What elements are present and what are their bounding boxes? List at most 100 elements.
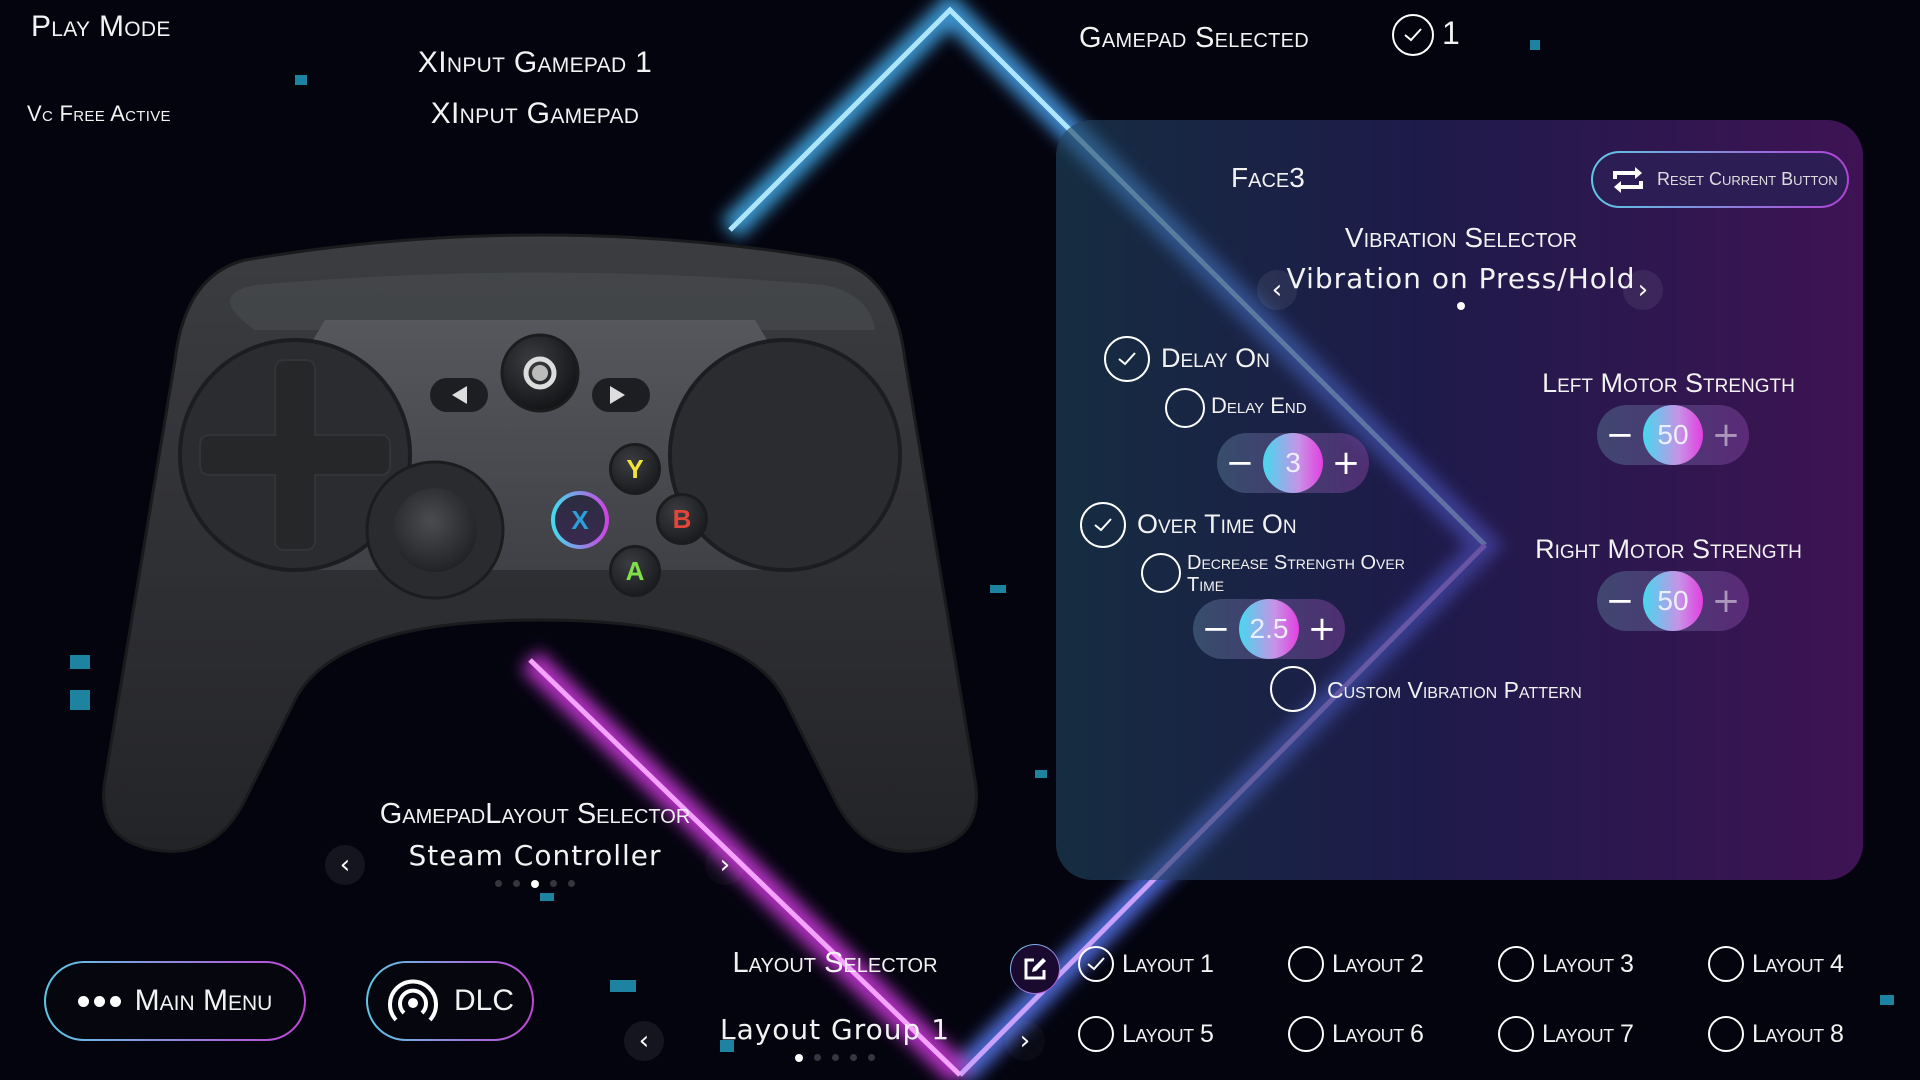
face-button-y[interactable]: Y <box>609 443 661 495</box>
gamepad-layout-selector-value: Steam Controller <box>408 839 662 872</box>
custom-vibration-pattern-label: Custom Vibration Pattern <box>1327 677 1582 703</box>
custom-vibration-pattern-checkbox[interactable] <box>1270 666 1316 712</box>
dlc-button[interactable]: DLC <box>366 961 534 1041</box>
page-dot[interactable] <box>1457 302 1465 310</box>
layout-option[interactable]: Layout 3 <box>1498 946 1634 982</box>
repeat-icon <box>1613 166 1643 193</box>
layout-radio[interactable] <box>1078 946 1114 982</box>
over-time-on-checkbox[interactable] <box>1080 502 1126 548</box>
layout-option-label: Layout 6 <box>1332 1019 1424 1048</box>
delay-decrease-button[interactable]: − <box>1217 433 1263 493</box>
layout-radio[interactable] <box>1078 1016 1114 1052</box>
layout-option[interactable]: Layout 6 <box>1288 1016 1424 1052</box>
page-dot[interactable] <box>795 1054 803 1062</box>
page-dot[interactable] <box>495 880 502 887</box>
gamepad-selected-label: Gamepad Selected <box>1079 22 1309 54</box>
layout-radio[interactable] <box>1288 946 1324 982</box>
delay-increase-button[interactable]: + <box>1323 433 1369 493</box>
layout-radio[interactable] <box>1498 946 1534 982</box>
face-button-x-selected[interactable]: X <box>551 491 609 549</box>
layout-option[interactable]: Layout 5 <box>1078 1016 1214 1052</box>
check-icon <box>1094 518 1112 532</box>
delay-on-label: Delay On <box>1161 343 1270 373</box>
chevron-left-icon: ‹ <box>1271 275 1283 305</box>
layout-option-label: Layout 7 <box>1542 1019 1634 1048</box>
gamepad-layout-next-button[interactable]: › <box>705 845 745 885</box>
over-time-value: 2.5 <box>1239 599 1299 659</box>
main-menu-label: Main Menu <box>134 984 273 1017</box>
layout-group-prev-button[interactable]: ‹ <box>624 1021 664 1061</box>
right-motor-strength-value: 50 <box>1643 571 1703 631</box>
left-motor-decrease-button[interactable]: − <box>1597 405 1643 465</box>
layout-option-label: Layout 8 <box>1752 1019 1844 1048</box>
main-menu-button[interactable]: Main Menu <box>44 961 306 1041</box>
layout-option-label: Layout 2 <box>1332 949 1424 978</box>
gamepad-name: XInput Gamepad 1 <box>417 46 653 79</box>
check-icon <box>1118 352 1136 366</box>
vibration-page-dots <box>1451 302 1471 310</box>
layout-option[interactable]: Layout 4 <box>1708 946 1844 982</box>
page-dot[interactable] <box>513 880 520 887</box>
right-motor-increase-button[interactable]: + <box>1703 571 1749 631</box>
delay-end-checkbox[interactable] <box>1165 388 1205 428</box>
page-dot[interactable] <box>850 1054 857 1061</box>
gamepad-layout-page-dots <box>450 880 620 888</box>
delay-on-checkbox[interactable] <box>1104 336 1150 382</box>
layout-radio[interactable] <box>1708 1016 1744 1052</box>
broadcast-icon <box>388 979 438 1022</box>
layout-option[interactable]: Layout 7 <box>1498 1016 1634 1052</box>
page-dot[interactable] <box>814 1054 821 1061</box>
layout-selector-title: Layout Selector <box>732 947 938 979</box>
layout-option-label: Layout 3 <box>1542 949 1634 978</box>
left-motor-increase-button[interactable]: + <box>1703 405 1749 465</box>
chevron-right-icon: › <box>719 850 731 880</box>
layout-radio[interactable] <box>1288 1016 1324 1052</box>
gamepad-type: XInput Gamepad <box>430 97 640 130</box>
gamepad-selected-checkbox[interactable] <box>1392 14 1434 56</box>
decrease-strength-label: Decrease Strength Over Time <box>1187 552 1405 596</box>
layout-radio[interactable] <box>1498 1016 1534 1052</box>
vibration-selector-title: Vibration Selector <box>1344 222 1578 253</box>
check-icon <box>1087 957 1105 971</box>
layout-group-page-dots <box>780 1054 890 1062</box>
layout-option[interactable]: Layout 8 <box>1708 1016 1844 1052</box>
steam-controller-image <box>102 233 978 853</box>
over-time-on-label: Over Time On <box>1137 509 1297 539</box>
over-time-decrease-button[interactable]: − <box>1193 599 1239 659</box>
current-button-name: Face3 <box>1231 162 1305 193</box>
chevron-right-icon: › <box>1019 1026 1031 1056</box>
vibration-next-button[interactable]: › <box>1623 270 1663 310</box>
edit-icon <box>1024 958 1046 980</box>
decrease-strength-checkbox[interactable] <box>1141 553 1181 593</box>
page-dot[interactable] <box>550 880 557 887</box>
left-motor-strength-value: 50 <box>1643 405 1703 465</box>
face-button-a[interactable]: A <box>609 545 661 597</box>
chevron-right-icon: › <box>1637 275 1649 305</box>
reset-current-button-label: Reset Current Button <box>1657 169 1838 189</box>
delay-end-label: Delay End <box>1211 393 1307 418</box>
layout-radio[interactable] <box>1708 946 1744 982</box>
left-motor-strength-label: Left Motor Strength <box>1542 368 1795 398</box>
gamepad-layout-prev-button[interactable]: ‹ <box>325 845 365 885</box>
layout-option[interactable]: Layout 2 <box>1288 946 1424 982</box>
right-motor-decrease-button[interactable]: − <box>1597 571 1643 631</box>
layout-selector-value: Layout Group 1 <box>719 1013 951 1046</box>
layout-option[interactable]: Layout 1 <box>1078 946 1214 982</box>
more-dots-icon <box>77 995 121 1007</box>
layout-group-next-button[interactable]: › <box>1005 1021 1045 1061</box>
vibration-prev-button[interactable]: ‹ <box>1257 270 1297 310</box>
chevron-left-icon: ‹ <box>638 1026 650 1056</box>
reset-current-button[interactable]: Reset Current Button <box>1591 151 1849 208</box>
over-time-increase-button[interactable]: + <box>1299 599 1345 659</box>
right-motor-strength-label: Right Motor Strength <box>1535 534 1802 564</box>
button-settings-panel: Face3 Reset Current Button Vibration Sel… <box>1056 120 1863 880</box>
page-dot[interactable] <box>868 1054 875 1061</box>
chevron-left-icon: ‹ <box>339 850 351 880</box>
edit-layout-button[interactable] <box>1010 944 1060 994</box>
page-dot[interactable] <box>832 1054 839 1061</box>
layout-option-label: Layout 5 <box>1122 1019 1214 1048</box>
page-dot[interactable] <box>531 880 539 888</box>
face-button-b[interactable]: B <box>656 493 708 545</box>
layout-option-label: Layout 4 <box>1752 949 1844 978</box>
page-dot[interactable] <box>568 880 575 887</box>
